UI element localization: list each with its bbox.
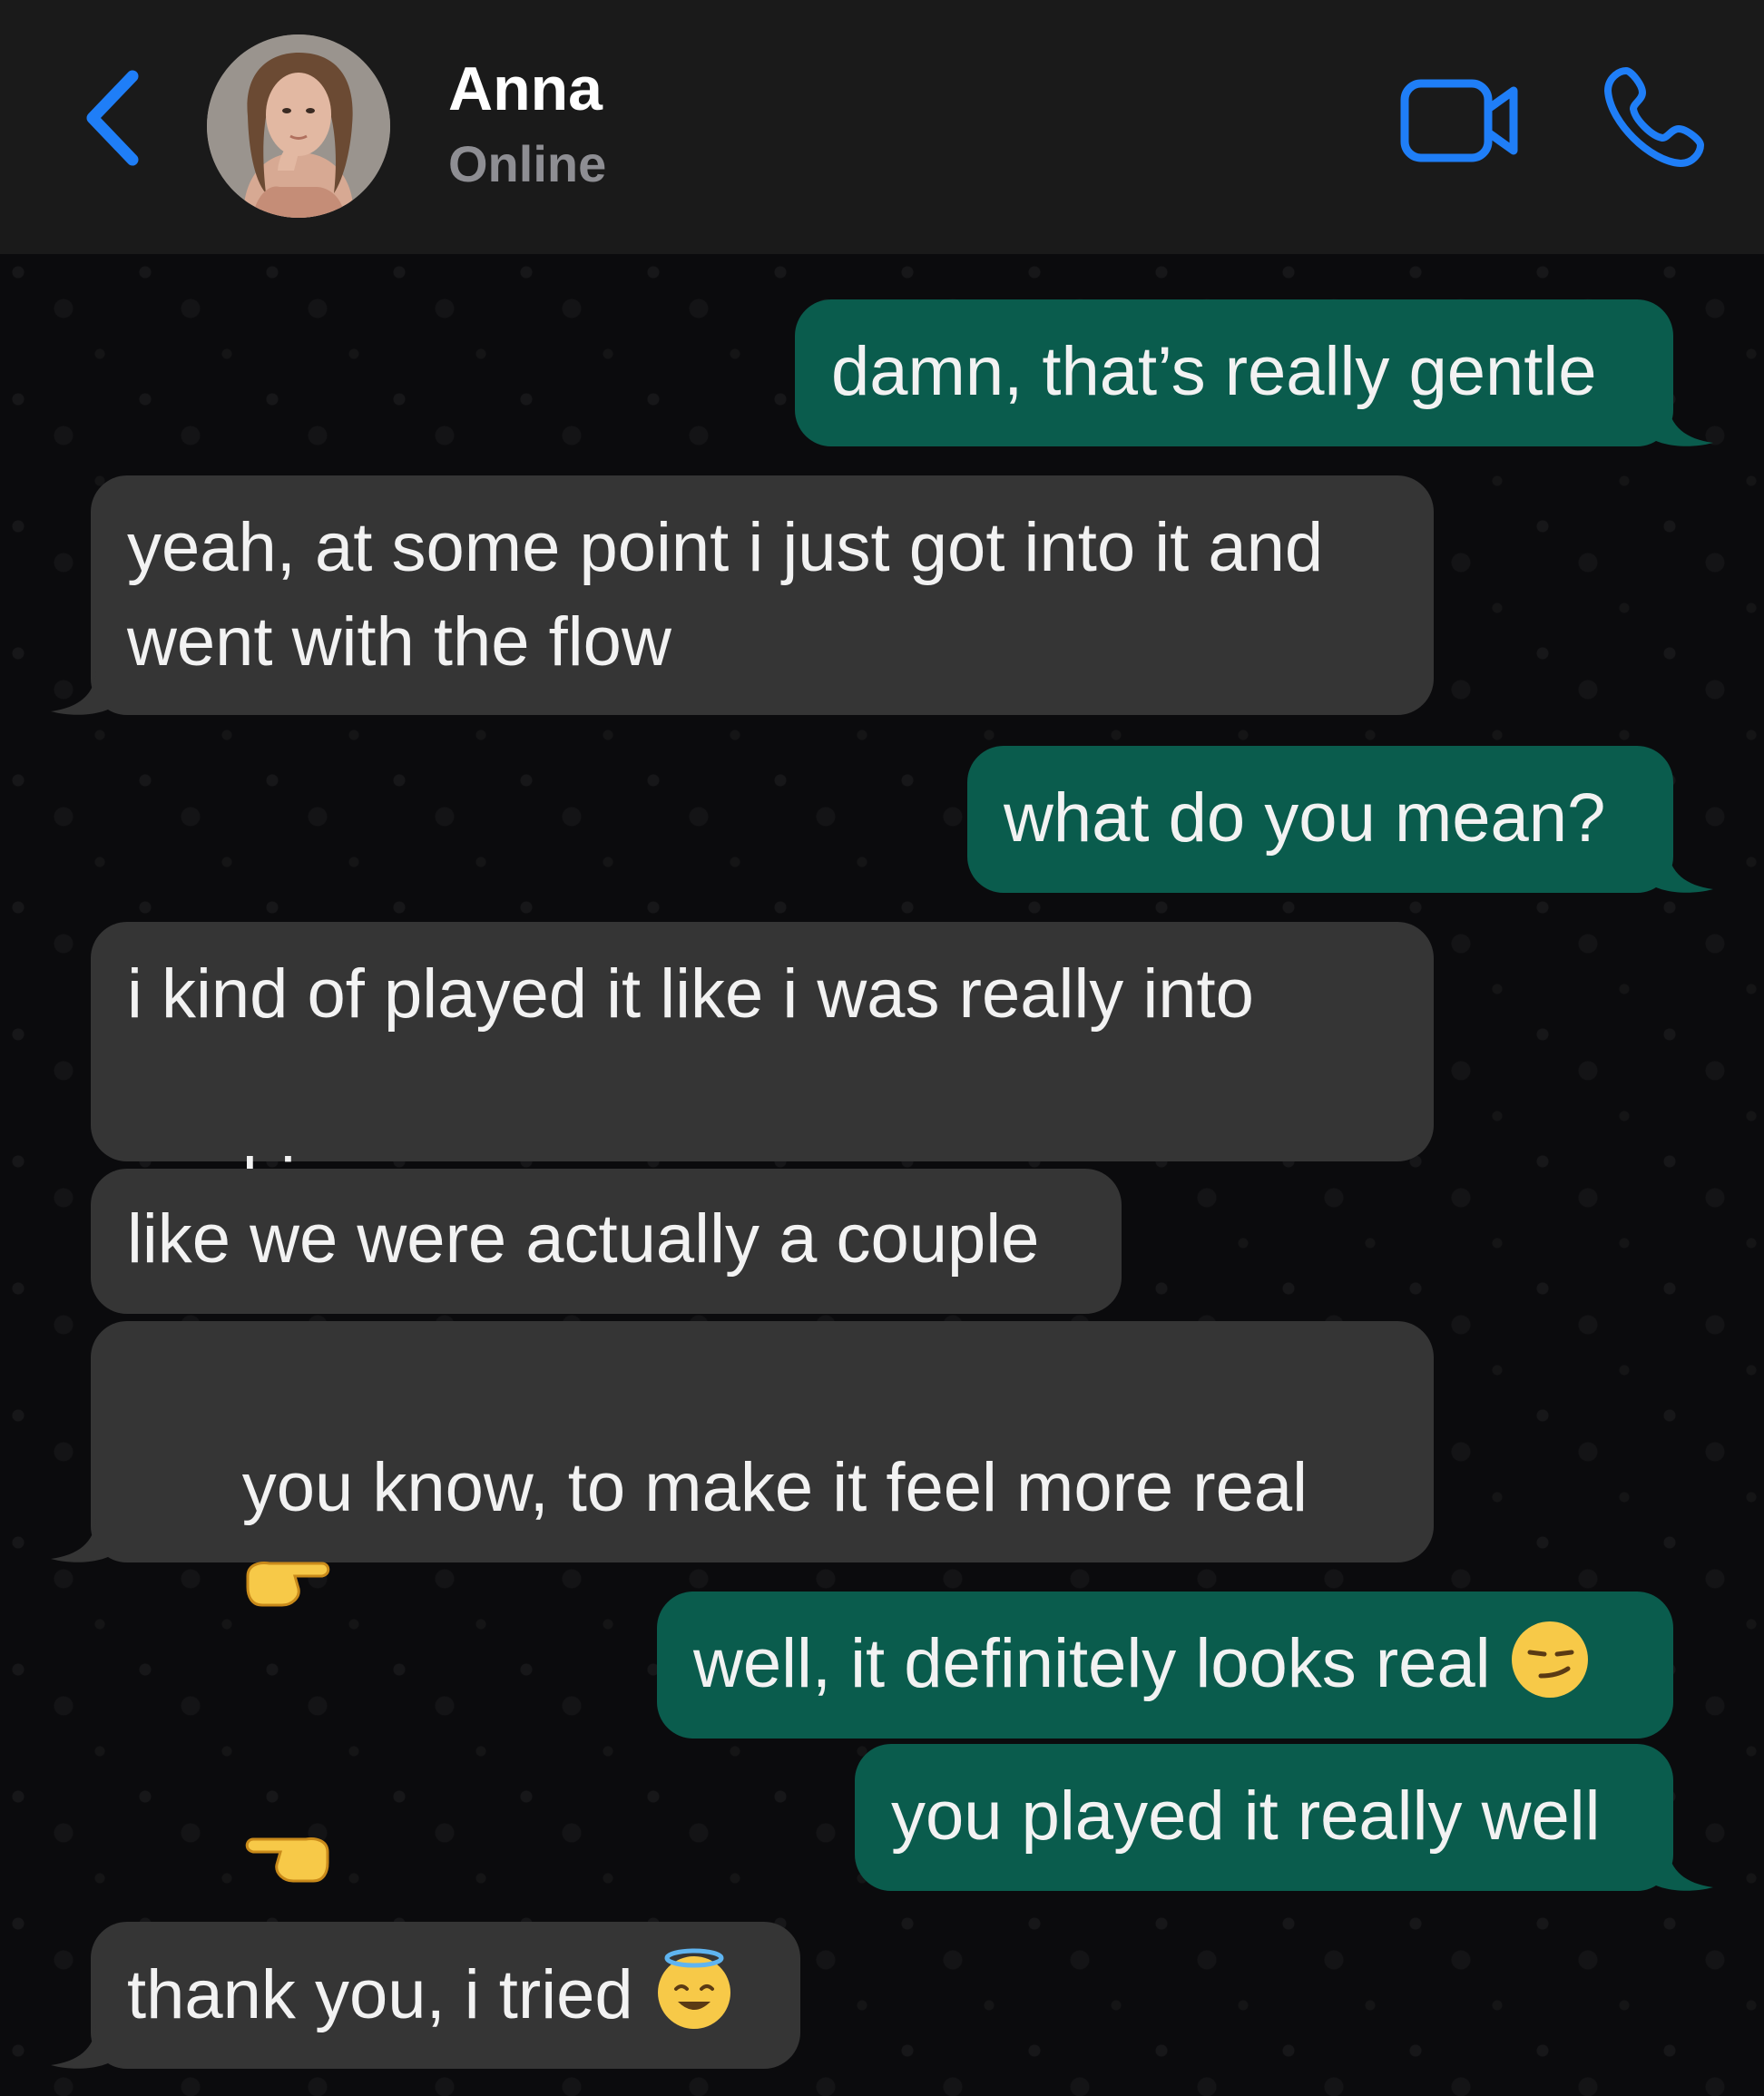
message-bubble-incoming[interactable]: like we were actually a couple	[91, 1169, 1122, 1314]
pointing-left-emoji	[245, 1837, 329, 1883]
halo-smile-emoji	[657, 1948, 730, 2029]
message-bubble-outgoing[interactable]: well, it definitely looks real	[657, 1592, 1673, 1739]
pointing-right-emoji	[246, 1562, 329, 1607]
voice-call-button[interactable]	[1599, 64, 1708, 172]
bubble-tail	[51, 671, 114, 715]
message-bubble-outgoing[interactable]: you played it really well	[855, 1744, 1713, 1891]
message-bubble-incoming[interactable]: thank you, i tried	[51, 1922, 800, 2069]
message-text: like we were actually a couple	[127, 1200, 1040, 1278]
video-call-button[interactable]	[1397, 71, 1524, 171]
avatar[interactable]	[207, 34, 390, 218]
bubble-tail	[1650, 1847, 1713, 1891]
message-text: you know, to make it feel more real	[241, 1449, 1308, 1526]
message-bubble-incoming[interactable]: you know, to make it feel more real	[51, 1321, 1434, 1883]
smirk-emoji	[1511, 1621, 1588, 1698]
message-bubble-incoming[interactable]: i kind of played it like i was really in…	[91, 922, 1434, 1311]
back-button[interactable]	[76, 64, 158, 172]
message-text: what do you mean?	[1004, 779, 1606, 857]
video-camera-icon	[1400, 79, 1518, 162]
bubble-tail	[51, 2025, 114, 2069]
message-bubble-incoming[interactable]: yeah, at some point i just got into it a…	[51, 475, 1434, 715]
message-text-line: yeah, at some point i just got into it a…	[127, 509, 1324, 586]
message-bubble-outgoing[interactable]: what do you mean?	[967, 746, 1713, 893]
message-text: damn, that’s really gentle	[831, 333, 1597, 410]
message-text-line: i kind of played it like i was really in…	[127, 955, 1254, 1033]
avatar-photo	[207, 34, 390, 218]
chevron-left-icon	[86, 70, 139, 166]
message-text: you played it really well	[891, 1778, 1601, 1855]
chat-header: Anna Online	[0, 0, 1764, 254]
bubble-tail	[1650, 849, 1713, 893]
contact-name: Anna	[448, 54, 603, 123]
message-text-line: went with the flow	[127, 603, 671, 681]
bubble-tail	[1650, 403, 1713, 446]
phone-icon	[1604, 67, 1704, 167]
contact-status: Online	[448, 135, 607, 192]
bubble-tail	[51, 1519, 114, 1562]
message-text: thank you, i tried	[127, 1956, 633, 2033]
message-bubble-outgoing[interactable]: damn, that’s really gentle	[795, 299, 1713, 446]
message-text: well, it definitely looks real	[693, 1625, 1491, 1702]
chat-area: damn, that’s really gentle yeah, at some…	[0, 254, 1764, 2096]
